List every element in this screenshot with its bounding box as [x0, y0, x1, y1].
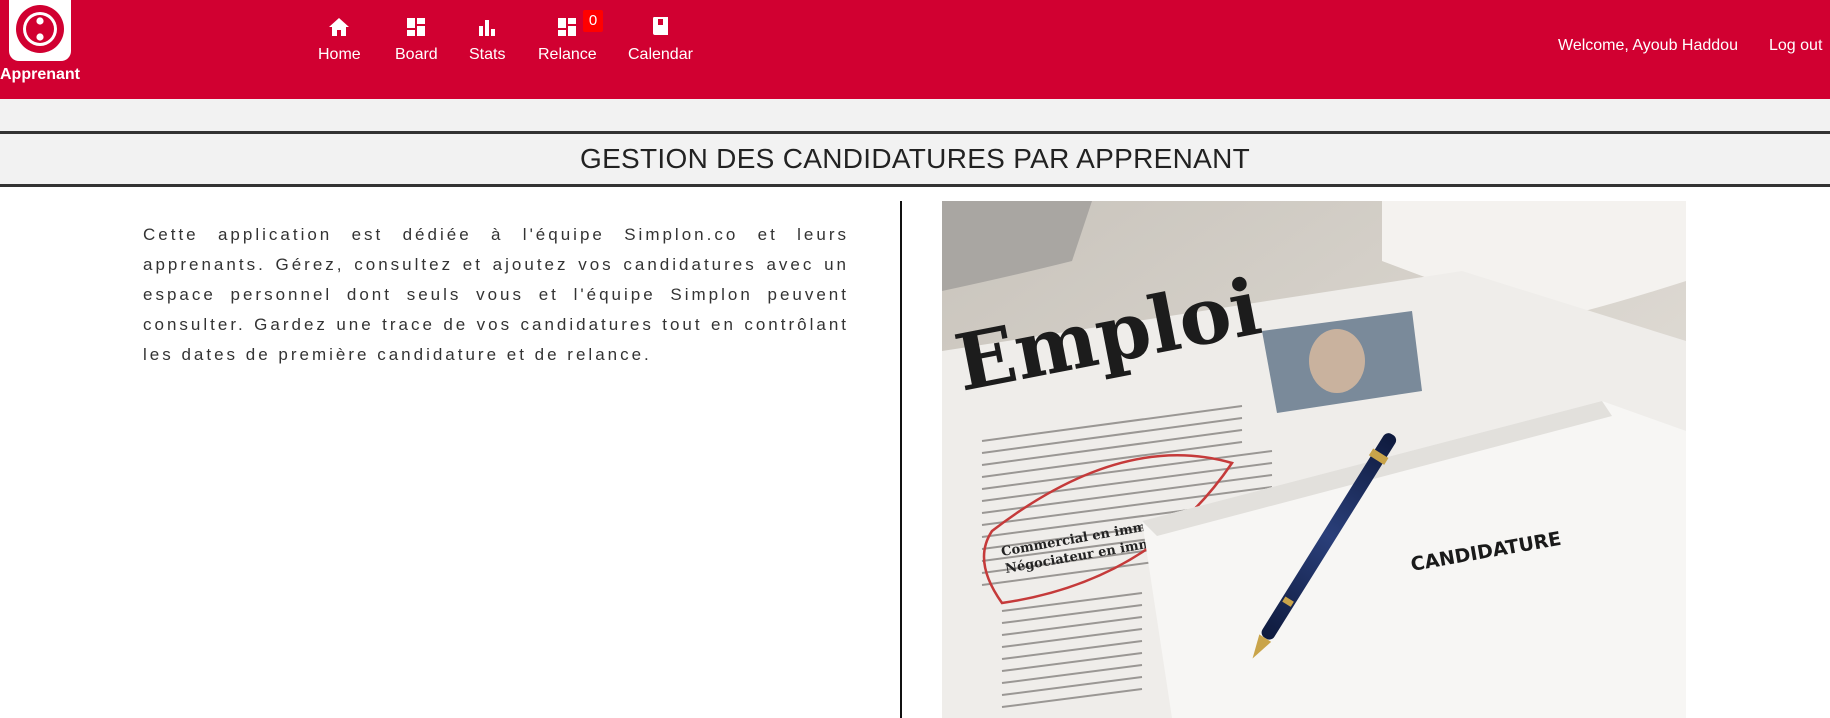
brand-logo[interactable] — [9, 0, 71, 61]
home-icon — [329, 16, 350, 38]
job-search-illustration: Emploi Commercial en immobilier / Négoci… — [942, 201, 1686, 718]
bar-chart-icon — [478, 16, 496, 38]
top-navbar: Apprenant Home Board Stats Relance 0 Cal… — [0, 0, 1830, 99]
nav-relance-label: Relance — [538, 46, 597, 63]
column-divider — [900, 201, 902, 718]
logout-link[interactable]: Log out — [1769, 37, 1822, 55]
hero-photo: Emploi Commercial en immobilier / Négoci… — [942, 201, 1686, 718]
nav-stats[interactable]: Stats — [469, 16, 505, 76]
dashboard-icon — [407, 16, 426, 38]
relance-count-badge: 0 — [583, 10, 603, 32]
page-title: GESTION DES CANDIDATURES PAR APPRENANT — [579, 143, 1251, 174]
nav-stats-label: Stats — [469, 46, 506, 63]
page-title-bar: GESTION DES CANDIDATURES PAR APPRENANT — [0, 131, 1830, 187]
header-spacer-band — [0, 99, 1830, 131]
nav-home[interactable]: Home — [318, 16, 361, 76]
nav-home-label: Home — [318, 46, 361, 63]
welcome-message: Welcome, Ayoub Haddou — [1558, 37, 1738, 54]
nav-board-label: Board — [395, 46, 438, 63]
simplon-logo-icon — [16, 5, 64, 53]
nav-board[interactable]: Board — [395, 16, 438, 76]
book-icon — [652, 16, 669, 38]
nav-calendar-label: Calendar — [628, 46, 693, 63]
dashboard-icon — [558, 16, 577, 38]
app-description: Cette application est dédiée à l'équipe … — [143, 225, 849, 364]
brand-label: Apprenant — [0, 66, 80, 83]
nav-calendar[interactable]: Calendar — [628, 16, 693, 76]
